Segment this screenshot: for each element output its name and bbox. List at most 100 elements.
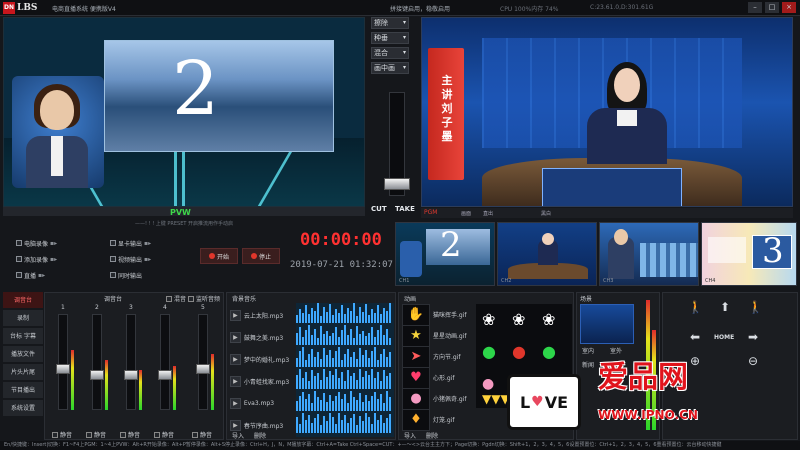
checkbox[interactable] <box>154 431 160 438</box>
checkbox[interactable] <box>16 240 22 246</box>
scene-thumb[interactable] <box>580 304 634 344</box>
pgm-option[interactable]: 画面 <box>461 210 471 217</box>
transition-wipe-select[interactable]: 擦除 <box>371 17 409 29</box>
program-monitor[interactable] <box>421 17 793 207</box>
sidebar-item-files[interactable]: 播放文件 <box>3 346 43 363</box>
mute-toggle[interactable]: 静音 <box>86 430 106 439</box>
mix-check[interactable]: 混音 <box>166 294 186 303</box>
play-icon[interactable]: ▶ <box>230 353 241 365</box>
mute-toggle[interactable]: 静音 <box>192 430 212 439</box>
music-item[interactable]: ▶ 云上太阳.mp3 <box>230 303 394 327</box>
checkbox[interactable] <box>188 295 194 302</box>
sidebar-item-broadcast[interactable]: 节目播出 <box>3 382 43 399</box>
left-arrow-icon[interactable]: ⬅ <box>690 330 700 344</box>
sidebar-item-mixer[interactable]: 调音台 <box>3 292 43 309</box>
play-icon[interactable]: ▶ <box>230 419 241 431</box>
transition-type-select[interactable]: 种垂 <box>371 32 409 44</box>
stop-record-button[interactable]: 停止 <box>242 248 280 264</box>
fader-knob[interactable] <box>124 370 138 380</box>
channel-thumb-3[interactable]: CH3 <box>599 222 699 286</box>
check-video-output[interactable]: 视频输出 ▪▸ <box>110 254 170 264</box>
fader-track[interactable] <box>198 314 208 410</box>
checkbox[interactable] <box>16 272 22 278</box>
minimize-button[interactable]: – <box>748 2 762 13</box>
scene-news[interactable]: 新闻 <box>582 360 594 369</box>
check-gpu-output[interactable]: 显卡输出 ▪▸ <box>110 238 170 248</box>
mute-toggle[interactable]: 静音 <box>154 430 174 439</box>
settings-icon[interactable]: ▪▸ <box>50 240 57 247</box>
sidebar-item-record[interactable]: 录制 <box>3 310 43 327</box>
music-delete-button[interactable]: 删除 <box>254 431 266 440</box>
music-item[interactable]: ▶ 梦中的婚礼.mp3 <box>230 347 394 371</box>
channel-thumb-1[interactable]: 2 CH1 <box>395 222 495 286</box>
t-bar[interactable] <box>384 92 410 196</box>
effect-item[interactable]: ★ 星星动画.gif <box>402 324 474 347</box>
checkbox[interactable] <box>110 256 116 262</box>
music-import-button[interactable]: 导入 <box>232 431 244 440</box>
preview-monitor[interactable]: 2 <box>3 17 365 207</box>
maximize-button[interactable]: □ <box>765 2 779 13</box>
settings-icon[interactable]: ▪▸ <box>144 240 151 247</box>
pgm-option[interactable]: 直出 <box>483 210 493 217</box>
fader-knob[interactable] <box>158 370 172 380</box>
walk-right-icon[interactable]: 🚶 <box>748 300 763 314</box>
right-arrow-icon[interactable]: ➡ <box>748 330 758 344</box>
channel-thumb-4[interactable]: 3 CH4 <box>701 222 797 286</box>
walk-left-icon[interactable]: 🚶 <box>688 300 703 314</box>
sidebar-item-intro[interactable]: 片头片尾 <box>3 364 43 381</box>
fader-track[interactable] <box>58 314 68 410</box>
fader-knob[interactable] <box>56 364 70 374</box>
settings-icon[interactable]: ▪▸ <box>50 256 57 263</box>
music-item[interactable]: ▶ 小青蛙找家.mp3 <box>230 369 394 393</box>
mute-toggle[interactable]: 静音 <box>52 430 72 439</box>
checkbox[interactable] <box>192 431 198 438</box>
checkbox[interactable] <box>166 295 172 302</box>
music-item[interactable]: ▶ Eva3.mp3 <box>230 391 394 415</box>
checkbox[interactable] <box>110 240 116 246</box>
check-sync-output[interactable]: 同时输出 <box>110 270 170 280</box>
pip-select[interactable]: 画中画 <box>371 62 409 74</box>
fader-track[interactable] <box>92 314 102 410</box>
zoom-in-icon[interactable]: ⊕ <box>690 354 700 368</box>
fader-knob[interactable] <box>196 364 210 374</box>
zoom-out-icon[interactable]: ⊖ <box>748 354 758 368</box>
effect-item[interactable]: ➤ 方向节.gif <box>402 345 474 368</box>
play-icon[interactable]: ▶ <box>230 397 241 409</box>
channel-thumb-2[interactable]: CH2 <box>497 222 597 286</box>
checkbox[interactable] <box>16 256 22 262</box>
take-button[interactable]: TAKE <box>395 205 415 213</box>
sidebar-item-settings[interactable]: 系统设置 <box>3 400 43 417</box>
checkbox[interactable] <box>86 431 92 438</box>
mute-toggle[interactable]: 静音 <box>120 430 140 439</box>
effect-item[interactable]: ♦ 灯笼.gif <box>402 408 474 431</box>
effect-item[interactable]: ● 小猪佩奇.gif <box>402 387 474 410</box>
play-icon[interactable]: ▶ <box>230 309 241 321</box>
monitor-check[interactable]: 监听音频 <box>188 294 220 303</box>
checkbox[interactable] <box>120 431 126 438</box>
settings-icon[interactable]: ▪▸ <box>144 256 151 263</box>
scene-indoor[interactable]: 室内 <box>582 346 594 355</box>
effects-delete-button[interactable]: 删除 <box>426 431 438 440</box>
checkbox[interactable] <box>52 431 58 438</box>
sidebar-item-captions[interactable]: 台标 字幕 <box>3 328 43 345</box>
settings-icon[interactable]: ▪▸ <box>38 272 45 279</box>
play-icon[interactable]: ▶ <box>230 375 241 387</box>
effect-item[interactable]: ♥ 心形.gif <box>402 366 474 389</box>
checkbox[interactable] <box>110 272 116 278</box>
home-button[interactable]: HOME <box>714 334 734 341</box>
effects-import-button[interactable]: 导入 <box>404 431 416 440</box>
check-pc-record[interactable]: 电脑录像 ▪▸ <box>16 238 76 248</box>
cut-button[interactable]: CUT <box>371 205 387 213</box>
pgm-option[interactable]: 黑白 <box>541 210 551 217</box>
up-arrow-icon[interactable]: ⬆ <box>720 300 730 314</box>
fader-knob[interactable] <box>90 370 104 380</box>
effect-item[interactable]: ✋ 猫咪挥手.gif <box>402 303 474 326</box>
check-add-record[interactable]: 添加录像 ▪▸ <box>16 254 76 264</box>
start-record-button[interactable]: 开始 <box>200 248 238 264</box>
check-live[interactable]: 直播 ▪▸ <box>16 270 76 280</box>
t-bar-handle[interactable] <box>384 178 410 190</box>
transition-mix-select[interactable]: 混合 <box>371 47 409 59</box>
fader-track[interactable] <box>160 314 170 410</box>
close-button[interactable]: × <box>782 2 796 13</box>
play-icon[interactable]: ▶ <box>230 331 241 343</box>
